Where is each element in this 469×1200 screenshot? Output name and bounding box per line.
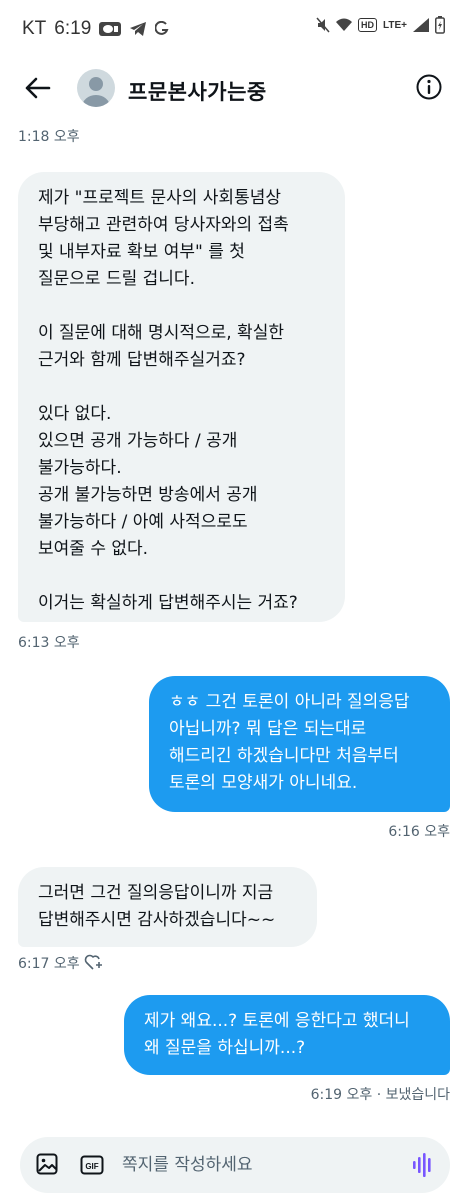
message-timestamp: 6:17 오후: [18, 956, 80, 972]
wifi-icon: [336, 18, 353, 32]
voice-message-button[interactable]: [412, 1152, 434, 1178]
carrier-label: KT: [22, 18, 47, 39]
telegram-icon: [129, 21, 147, 37]
info-icon: [416, 74, 442, 100]
default-profile-icon: [82, 77, 110, 107]
info-button[interactable]: [415, 73, 443, 101]
svg-text:GIF: GIF: [85, 1162, 98, 1171]
talk-notification-icon: [99, 21, 122, 37]
back-button[interactable]: [22, 72, 54, 104]
received-message-bubble[interactable]: 그러면 그건 질의응답이니까 지금 답변해주시면 감사하겠습니다~~: [18, 867, 317, 947]
add-reaction-button[interactable]: [84, 953, 104, 971]
voice-wave-icon: [413, 1153, 431, 1177]
message-timestamp-sent-status: 6:19 오후 · 보냈습니다: [310, 1087, 450, 1103]
received-message-bubble[interactable]: 제가 "프로젝트 문사의 사회통념상 부당해고 관련하여 당사자와의 접촉 및 …: [18, 172, 345, 622]
image-icon: [36, 1153, 58, 1175]
conversation-header: 프문본사가는중: [0, 56, 469, 122]
message-timestamp: 6:13 오후: [18, 635, 80, 651]
sent-message-bubble[interactable]: ㅎㅎ 그건 토론이 아니라 질의응답 아닙니까? 뭐 답은 되는대로 해드리긴 …: [149, 676, 450, 812]
status-left: KT 6:19: [22, 18, 169, 40]
sent-message-bubble[interactable]: 제가 왜요...? 토론에 응한다고 했더니 왜 질문을 하십니까...?: [124, 995, 450, 1075]
mute-icon: [316, 17, 330, 33]
letter-g-icon: [155, 21, 169, 37]
add-gif-button[interactable]: GIF: [80, 1154, 104, 1176]
message-composer: GIF: [20, 1137, 450, 1193]
message-input[interactable]: [122, 1151, 402, 1179]
signal-icon: [413, 18, 429, 32]
conversation-title[interactable]: 프문본사가는중: [128, 76, 267, 106]
network-label: LTE+: [383, 19, 407, 31]
clock: 6:19: [54, 18, 92, 39]
status-bar: KT 6:19 HD LTE+: [0, 0, 469, 56]
battery-icon: [435, 16, 445, 34]
message-timestamp-earlier: 1:18 오후: [18, 129, 80, 145]
heart-plus-icon: [84, 954, 102, 970]
add-image-button[interactable]: [36, 1153, 58, 1175]
status-right: HD LTE+: [316, 16, 445, 34]
avatar[interactable]: [77, 69, 115, 107]
message-timestamp: 6:16 오후: [388, 824, 450, 840]
hd-voice-badge: HD: [358, 18, 378, 32]
gif-icon: GIF: [80, 1155, 104, 1175]
back-arrow-icon: [25, 77, 51, 99]
